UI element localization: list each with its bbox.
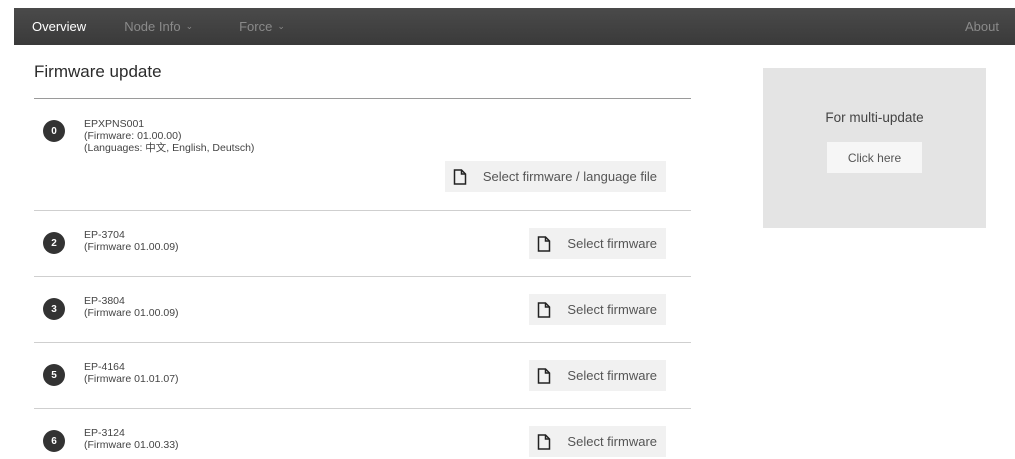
multi-update-panel: For multi-update Click here: [763, 68, 986, 228]
list-item: 2 EP-3704 (Firmware 01.00.09) Select fir…: [34, 210, 691, 276]
device-info: EPXPNS001 (Firmware: 01.00.00) (Language…: [84, 118, 254, 154]
device-info: EP-3704 (Firmware 01.00.09): [84, 229, 179, 253]
device-number-badge: 0: [43, 120, 65, 142]
device-number-badge: 2: [43, 232, 65, 254]
device-info: EP-3124 (Firmware 01.00.33): [84, 427, 179, 451]
chevron-down-icon: ⌄: [185, 21, 194, 31]
file-icon: [538, 235, 551, 252]
button-label: Select firmware / language file: [482, 169, 657, 184]
device-number-badge: 3: [43, 298, 65, 320]
multi-update-button[interactable]: Click here: [827, 142, 922, 173]
device-name: EPXPNS001: [84, 118, 145, 130]
device-list: 0 EPXPNS001 (Firmware: 01.00.00) (Langua…: [34, 98, 691, 459]
top-border: [0, 0, 1015, 8]
file-icon: [538, 367, 551, 384]
page-title: Firmware update: [34, 62, 162, 81]
device-name: EP-3124: [84, 427, 125, 439]
button-label: Select firmware: [567, 368, 657, 383]
button-label: Select firmware: [567, 302, 657, 317]
file-icon: [538, 433, 551, 450]
multi-update-title: For multi-update: [825, 110, 924, 125]
nav-about[interactable]: About: [965, 19, 999, 34]
nav-force[interactable]: Force ⌄: [239, 19, 285, 34]
select-firmware-button[interactable]: Select firmware: [529, 360, 666, 391]
device-firmware: (Firmware 01.00.09): [84, 307, 179, 319]
button-label: Select firmware: [567, 236, 657, 251]
list-item: 5 EP-4164 (Firmware 01.01.07) Select fir…: [34, 342, 691, 408]
nav-overview[interactable]: Overview: [32, 19, 86, 34]
select-firmware-button[interactable]: Select firmware: [529, 426, 666, 457]
device-firmware: (Firmware 01.01.07): [84, 373, 179, 385]
top-nav: Overview Node Info ⌄ Force ⌄ About: [14, 8, 1015, 45]
device-firmware: (Firmware 01.00.09): [84, 241, 179, 253]
file-icon: [538, 301, 551, 318]
device-firmware: (Firmware 01.00.33): [84, 439, 179, 451]
device-name: EP-3704: [84, 229, 125, 241]
chevron-down-icon: ⌄: [277, 21, 285, 31]
nav-force-label: Force: [239, 19, 273, 34]
device-info: EP-3804 (Firmware 01.00.09): [84, 295, 179, 319]
list-item: 6 EP-3124 (Firmware 01.00.33) Select fir…: [34, 408, 691, 459]
select-firmware-button[interactable]: Select firmware: [529, 294, 666, 325]
nav-overview-label: Overview: [32, 19, 87, 34]
list-item: 3 EP-3804 (Firmware 01.00.09) Select fir…: [34, 276, 691, 342]
device-name: EP-4164: [84, 361, 125, 373]
device-number-badge: 5: [43, 364, 65, 386]
select-firmware-language-button[interactable]: Select firmware / language file: [444, 161, 666, 192]
nav-node-info[interactable]: Node Info ⌄: [124, 19, 193, 34]
file-icon: [453, 168, 467, 185]
device-firmware: (Firmware: 01.00.00): [84, 130, 182, 142]
select-firmware-button[interactable]: Select firmware: [529, 228, 666, 259]
device-languages: (Languages: 中文, English, Deutsch): [84, 142, 255, 154]
button-label: Select firmware: [567, 434, 657, 449]
device-name: EP-3804: [84, 295, 125, 307]
device-number-badge: 6: [43, 430, 65, 452]
nav-node-info-label: Node Info: [124, 19, 181, 34]
list-item: 0 EPXPNS001 (Firmware: 01.00.00) (Langua…: [34, 98, 691, 210]
device-info: EP-4164 (Firmware 01.01.07): [84, 361, 179, 385]
